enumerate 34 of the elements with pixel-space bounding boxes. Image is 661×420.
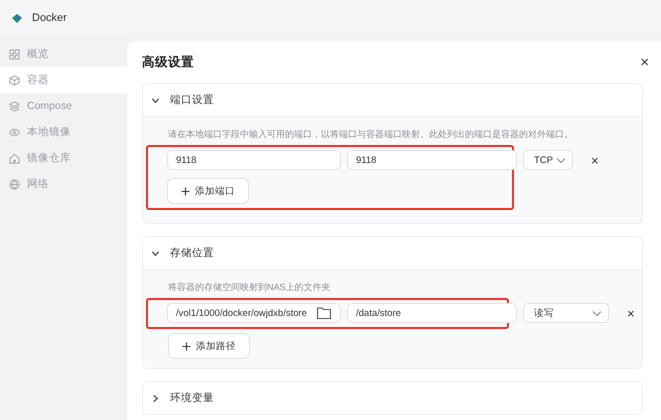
host-field[interactable]: 9118 (167, 150, 341, 170)
close-button[interactable]: × (640, 54, 649, 70)
folder-icon[interactable] (316, 306, 332, 320)
section-title: 端口设置 (170, 93, 214, 107)
host-field[interactable]: /vol1/1000/docker/owjdxb/store (167, 303, 341, 323)
remove-button[interactable]: × (591, 152, 599, 168)
layers-icon (9, 100, 20, 112)
chevron-icon (151, 248, 160, 258)
plus-icon (182, 342, 191, 350)
dialog-title: 高级设置 (142, 54, 194, 70)
caret-icon (592, 310, 602, 316)
caret-icon (556, 156, 566, 164)
cube-icon (9, 74, 20, 86)
select-field[interactable]: TCP (523, 150, 573, 170)
eye-icon (9, 126, 20, 138)
remove-button[interactable]: × (627, 306, 635, 320)
app-title: Docker (32, 12, 67, 24)
plus-icon (181, 186, 190, 196)
app-logo-icon (10, 11, 24, 25)
chevron-icon (151, 394, 160, 402)
section-description: 将容器的存储空间映射到NAS上的文件夹 (168, 281, 332, 294)
chevron-icon (151, 96, 160, 104)
select-field[interactable]: 读写 (523, 303, 609, 323)
container-field[interactable]: /data/store (347, 303, 517, 323)
container-field[interactable]: 9118 (347, 150, 517, 170)
grid-icon (9, 48, 20, 60)
house-icon (9, 152, 20, 164)
globe-icon (9, 178, 20, 190)
section-title: 环境变量 (170, 391, 214, 405)
section-title: 存储位置 (170, 246, 214, 260)
section-description: 请在本地端口字段中输入可用的端口，以将端口与容器端口映射。此处列出的端口是容器的对外端口。 (168, 128, 574, 141)
section-header[interactable]: 环境变量 (143, 382, 642, 414)
add-button[interactable]: 添加端口 (167, 178, 249, 204)
add-button[interactable]: 添加路径 (168, 333, 250, 359)
